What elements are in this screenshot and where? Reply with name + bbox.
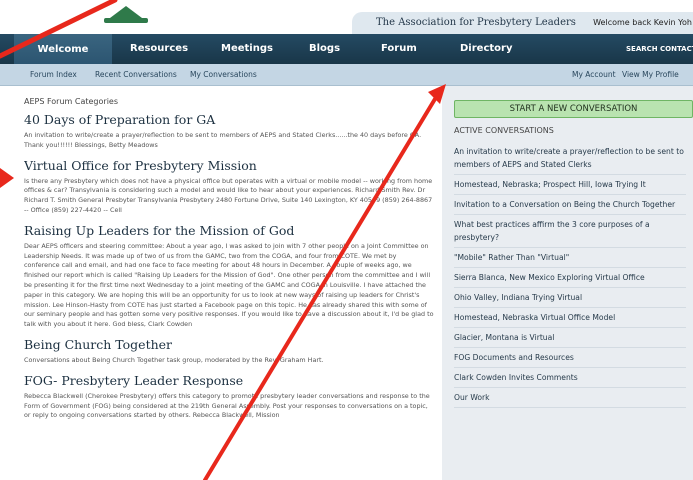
site-header: The Association for Presbytery Leaders W…: [0, 0, 693, 34]
subnav-view-profile[interactable]: View My Profile: [622, 70, 679, 79]
nav-welcome[interactable]: Welcome: [14, 34, 112, 64]
start-conversation-button[interactable]: START A NEW CONVERSATION: [454, 100, 693, 118]
category-item: Raising Up Leaders for the Mission of Go…: [24, 223, 434, 330]
conversation-link[interactable]: FOG Documents and Resources: [454, 348, 686, 368]
nav-resources[interactable]: Resources: [130, 43, 188, 54]
category-item: Virtual Office for Presbytery Mission Is…: [24, 158, 434, 216]
category-description: Dear AEPS officers and steering committe…: [24, 241, 434, 329]
conversation-link[interactable]: Ohio Valley, Indiana Trying Virtual: [454, 288, 686, 308]
conversation-link[interactable]: Invitation to a Conversation on Being th…: [454, 195, 686, 215]
nav-directory[interactable]: Directory: [460, 43, 512, 54]
conversation-link[interactable]: Homestead, Nebraska Virtual Office Model: [454, 308, 686, 328]
category-title[interactable]: Being Church Together: [24, 337, 434, 352]
category-title[interactable]: Virtual Office for Presbytery Mission: [24, 158, 434, 173]
conversation-link[interactable]: Sierra Blanca, New Mexico Exploring Virt…: [454, 268, 686, 288]
nav-meetings[interactable]: Meetings: [221, 43, 273, 54]
conversation-link[interactable]: "Mobile" Rather Than "Virtual": [454, 248, 686, 268]
forum-categories: AEPS Forum Categories 40 Days of Prepara…: [24, 94, 434, 480]
nav-contact[interactable]: CONTACT: [660, 45, 693, 53]
conversation-link[interactable]: An invitation to write/create a prayer/r…: [454, 142, 686, 175]
active-conversations-sidebar: START A NEW CONVERSATION ACTIVE CONVERSA…: [442, 86, 693, 480]
main-nav: Welcome Resources Meetings Blogs Forum D…: [0, 34, 693, 64]
nav-forum[interactable]: Forum: [381, 43, 417, 54]
sub-nav: Forum Index Recent Conversations My Conv…: [0, 64, 693, 86]
category-description: An invitation to write/create a prayer/r…: [24, 131, 422, 149]
conversation-link[interactable]: Our Work: [454, 388, 686, 408]
category-item: 40 Days of Preparation for GA An invitat…: [24, 112, 434, 151]
logo-icon[interactable]: [110, 6, 142, 18]
logo-base: [104, 18, 148, 23]
categories-heading: AEPS Forum Categories: [24, 97, 118, 106]
conversation-link[interactable]: Homestead, Nebraska; Prospect Hill, Iowa…: [454, 175, 686, 195]
active-conversations-heading: ACTIVE CONVERSATIONS: [454, 126, 554, 135]
category-title[interactable]: FOG- Presbytery Leader Response: [24, 373, 434, 388]
category-item: FOG- Presbytery Leader Response Rebecca …: [24, 373, 434, 421]
conversation-link[interactable]: What best practices affirm the 3 core pu…: [454, 215, 686, 248]
subnav-recent-conversations[interactable]: Recent Conversations: [95, 70, 177, 79]
conversation-list: An invitation to write/create a prayer/r…: [454, 142, 686, 408]
category-item: Being Church Together Conversations abou…: [24, 337, 434, 366]
category-title[interactable]: 40 Days of Preparation for GA: [24, 112, 434, 127]
category-description: Rebecca Blackwell (Cherokee Presbytery) …: [24, 391, 430, 420]
welcome-text: Welcome back Kevin Yoh: [593, 18, 692, 27]
nav-search[interactable]: SEARCH: [626, 45, 658, 53]
nav-blogs[interactable]: Blogs: [309, 43, 340, 54]
subnav-my-conversations[interactable]: My Conversations: [190, 70, 257, 79]
org-banner: The Association for Presbytery Leaders W…: [352, 12, 693, 34]
category-title[interactable]: Raising Up Leaders for the Mission of Go…: [24, 223, 434, 238]
subnav-forum-index[interactable]: Forum Index: [30, 70, 77, 79]
subnav-my-account[interactable]: My Account: [572, 70, 616, 79]
conversation-link[interactable]: Glacier, Montana is Virtual: [454, 328, 686, 348]
org-name: The Association for Presbytery Leaders: [376, 17, 576, 28]
conversation-link[interactable]: Clark Cowden Invites Comments: [454, 368, 686, 388]
category-description: Is there any Presbytery which does not h…: [24, 176, 433, 214]
arrow-left-tip: [0, 168, 14, 188]
category-description: Conversations about Being Church Togethe…: [24, 355, 324, 364]
